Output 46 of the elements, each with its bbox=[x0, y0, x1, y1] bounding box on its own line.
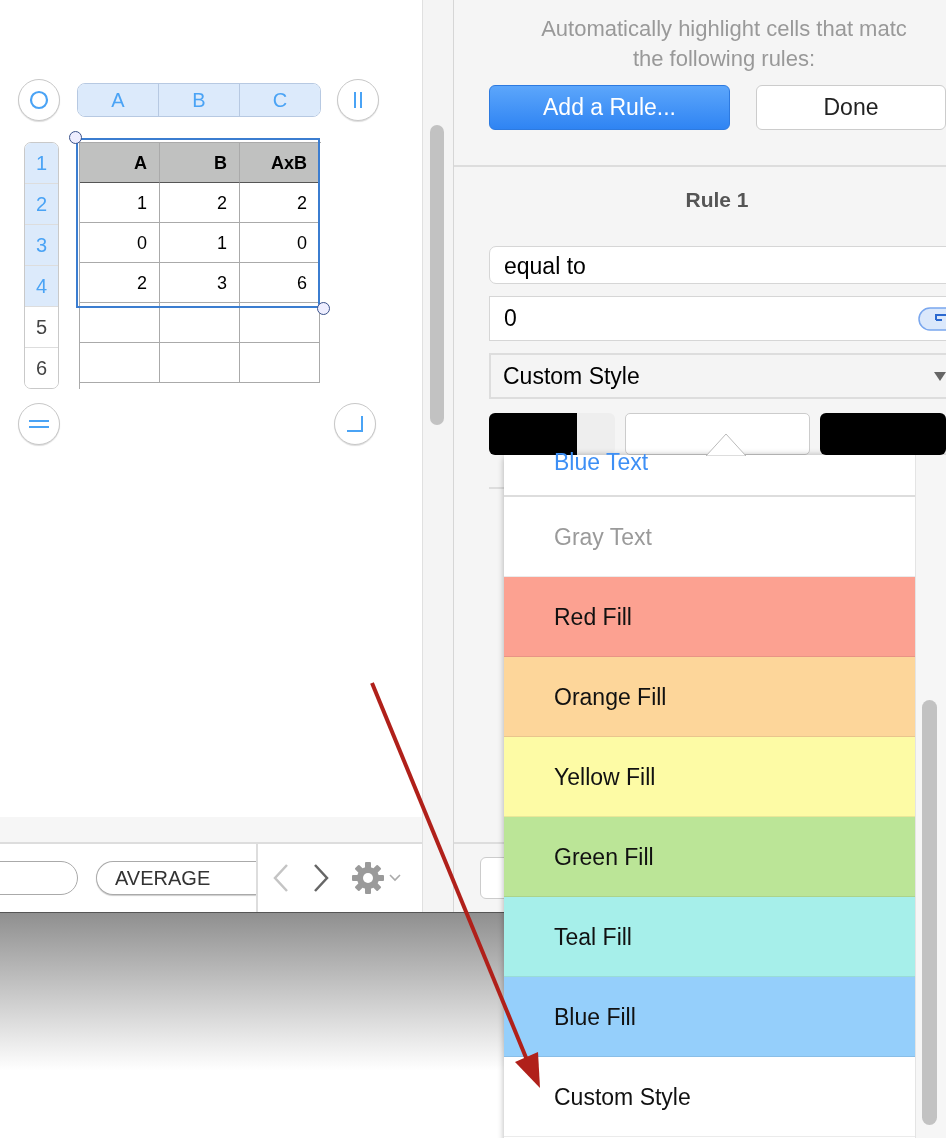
table-cell: 2 bbox=[80, 263, 160, 303]
circle-icon bbox=[29, 90, 49, 110]
header-cell: AxB bbox=[240, 143, 320, 183]
scrollbar-thumb[interactable] bbox=[922, 700, 937, 1125]
rule-title: Rule 1 bbox=[684, 188, 750, 212]
header-cell: A bbox=[80, 143, 160, 183]
done-button[interactable]: Done bbox=[756, 85, 946, 130]
row-header[interactable]: 6 bbox=[25, 347, 58, 388]
menu-item[interactable]: Orange Fill bbox=[504, 657, 915, 737]
table-cell: 3 bbox=[160, 263, 240, 303]
table-cell: 2 bbox=[160, 183, 240, 223]
table-cell: 1 bbox=[80, 183, 160, 223]
menu-item[interactable]: Yellow Fill bbox=[504, 737, 915, 817]
menu-item[interactable]: Green Fill bbox=[504, 817, 915, 897]
menu-item[interactable]: Custom Style bbox=[504, 1057, 915, 1137]
table-cell: 6 bbox=[240, 263, 320, 303]
style-dropdown[interactable]: Custom Style bbox=[489, 353, 946, 399]
resize-handle[interactable] bbox=[69, 131, 82, 144]
formula-field[interactable] bbox=[0, 861, 78, 895]
popover-pointer bbox=[706, 434, 746, 456]
header-cell: B bbox=[160, 143, 240, 183]
dropdown-icon bbox=[933, 370, 946, 382]
settings-icon[interactable] bbox=[350, 859, 404, 897]
font-style-control[interactable] bbox=[624, 413, 811, 455]
table-cell: 0 bbox=[80, 223, 160, 263]
columns-icon bbox=[351, 90, 365, 110]
add-column-button[interactable] bbox=[337, 79, 379, 121]
add-row-button[interactable] bbox=[18, 403, 60, 445]
condition-field[interactable]: equal to bbox=[489, 246, 946, 284]
table-cell: 0 bbox=[240, 223, 320, 263]
menu-item[interactable]: Blue Fill bbox=[504, 977, 915, 1057]
rows-icon bbox=[28, 417, 50, 431]
cell-reference-icon[interactable] bbox=[918, 306, 946, 331]
resize-table-button[interactable] bbox=[334, 403, 376, 445]
scrollbar-thumb[interactable] bbox=[430, 125, 444, 425]
menu-item[interactable]: Red Fill bbox=[504, 577, 915, 657]
value-field[interactable]: 0 bbox=[489, 296, 946, 341]
fill-color-swatch[interactable] bbox=[820, 413, 946, 455]
table-cell: 1 bbox=[160, 223, 240, 263]
instructions-text: Automatically highlight cells that matc the following rules: bbox=[540, 15, 908, 73]
table-cell: 2 bbox=[240, 183, 320, 223]
corner-icon bbox=[346, 415, 364, 433]
menu-item[interactable]: Teal Fill bbox=[504, 897, 915, 977]
function-button[interactable]: AVERAGE bbox=[96, 861, 256, 895]
resize-handle[interactable] bbox=[317, 302, 330, 315]
select-table-button[interactable] bbox=[18, 79, 60, 121]
